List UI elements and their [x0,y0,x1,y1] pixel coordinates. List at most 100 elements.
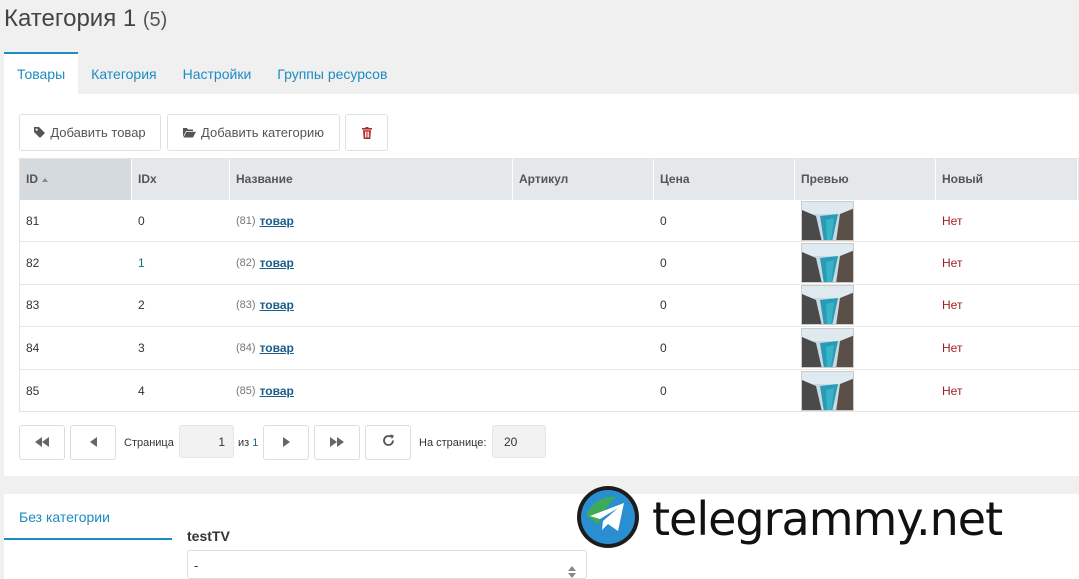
cell-article [513,242,654,283]
preview-image [801,370,854,411]
column-header-article[interactable]: Артикул [513,159,654,200]
watermark: telegrammy.net [576,484,1066,554]
column-header-price[interactable]: Цена [654,159,795,200]
chevron-left-icon [89,434,97,452]
cell-new: Нет [942,256,963,271]
add-category-label: Добавить категорию [201,125,324,140]
sort-ascending-icon [42,177,48,182]
grid-header: ID IDx Название Артикул Цена Превью Новы… [20,159,1079,200]
next-page-button[interactable] [263,425,309,460]
cell-id: 85 [26,383,40,398]
tab-category[interactable]: Категория [78,52,169,94]
cell-idx: 4 [138,383,145,398]
refresh-button[interactable] [365,425,411,460]
delete-button[interactable] [345,114,388,151]
tab-products[interactable]: Товары [4,52,79,94]
column-header-idx[interactable]: IDx [132,159,230,200]
page-label: Страница [124,437,174,449]
category-title: Категория 1 [4,5,137,32]
first-page-button[interactable] [19,425,65,460]
watermark-text: telegrammy.net [652,492,1003,546]
tag-icon [34,127,46,138]
of-pages-label: из 1 [238,437,258,449]
product-link[interactable]: товар [260,214,294,228]
cell-article [513,327,654,368]
cell-price: 0 [660,298,667,313]
cell-preview [795,285,936,326]
cell-new: Нет [942,340,963,355]
table-row[interactable]: 82 1 (82) товар 0 Нет [20,242,1079,285]
resource-id: (84) [236,341,256,354]
cell-id: 82 [26,256,40,271]
product-link[interactable]: товар [260,256,294,270]
telegram-logo-icon [576,485,640,554]
per-page-label: На странице: [419,437,487,449]
preview-image [801,327,854,368]
add-product-button[interactable]: Добавить товар [19,114,161,151]
select-arrows-icon [568,559,576,579]
preview-image [801,200,854,241]
page-number-input[interactable]: 1 [179,425,234,458]
column-header-preview[interactable]: Превью [795,159,936,200]
resource-id: (83) [236,299,256,312]
table-row[interactable]: 85 4 (85) товар 0 Нет [20,370,1079,412]
table-row[interactable]: 83 2 (83) товар 0 Нет [20,285,1079,328]
cell-id: 81 [26,213,40,228]
cell-idx: 0 [138,213,145,228]
cell-name: (83) товар [230,285,513,326]
column-header-new[interactable]: Новый [936,159,1078,200]
add-product-label: Добавить товар [50,125,146,140]
product-link[interactable]: товар [260,384,294,398]
cell-name: (81) товар [230,200,513,241]
tab-no-category[interactable]: Без категории [4,494,172,540]
refresh-icon [382,434,395,452]
preview-image [801,285,854,326]
product-link[interactable]: товар [260,298,294,312]
cell-idx: 1 [138,256,145,271]
tv-select[interactable]: - [187,550,587,579]
column-header-name[interactable]: Название [230,159,513,200]
last-page-button[interactable] [314,425,360,460]
cell-price: 0 [660,256,667,271]
table-row[interactable]: 81 0 (81) товар 0 Нет [20,200,1079,243]
products-grid: ID IDx Название Артикул Цена Превью Новы… [19,158,1079,412]
grid-body: 81 0 (81) товар 0 Нет 82 1 (82) товар 0 … [20,200,1079,412]
item-count: (5) [142,9,168,31]
double-chevron-left-icon [35,434,49,452]
add-category-button[interactable]: Добавить категорию [167,114,340,151]
cell-preview [795,327,936,368]
per-page-input[interactable]: 20 [492,425,546,458]
page-title: Категория 1 (5) [4,5,167,33]
tab-settings[interactable]: Настройки [170,52,265,94]
table-row[interactable]: 84 3 (84) товар 0 Нет [20,327,1079,370]
chevron-right-icon [282,434,290,452]
product-link[interactable]: товар [260,341,294,355]
cell-preview [795,200,936,241]
column-header-label: ID [26,172,38,186]
cell-new: Нет [942,383,963,398]
cell-preview [795,370,936,412]
tab-resource-groups[interactable]: Группы ресурсов [264,52,400,94]
cell-article [513,370,654,412]
products-panel: Добавить товар Добавить категорию ID IDx… [4,94,1079,476]
tv-field-label: testTV [187,528,230,544]
prev-page-button[interactable] [70,425,116,460]
double-chevron-right-icon [330,434,344,452]
cell-new: Нет [942,298,963,313]
cell-preview [795,242,936,284]
resource-id: (85) [236,384,256,397]
cell-idx: 2 [138,298,145,313]
trash-icon [361,126,372,139]
cell-new: Нет [942,213,963,228]
of-label: из [238,437,250,449]
cell-price: 0 [660,340,667,355]
column-header-id[interactable]: ID [20,159,132,200]
cell-name: (82) товар [230,242,513,283]
tab-bar: Товары Категория Настройки Группы ресурс… [4,52,400,94]
tv-select-value: - [194,558,199,573]
cell-idx: 3 [138,340,145,355]
cell-article [513,285,654,326]
cell-id: 84 [26,340,40,355]
resource-id: (81) [236,214,256,227]
folder-open-icon [183,127,197,138]
